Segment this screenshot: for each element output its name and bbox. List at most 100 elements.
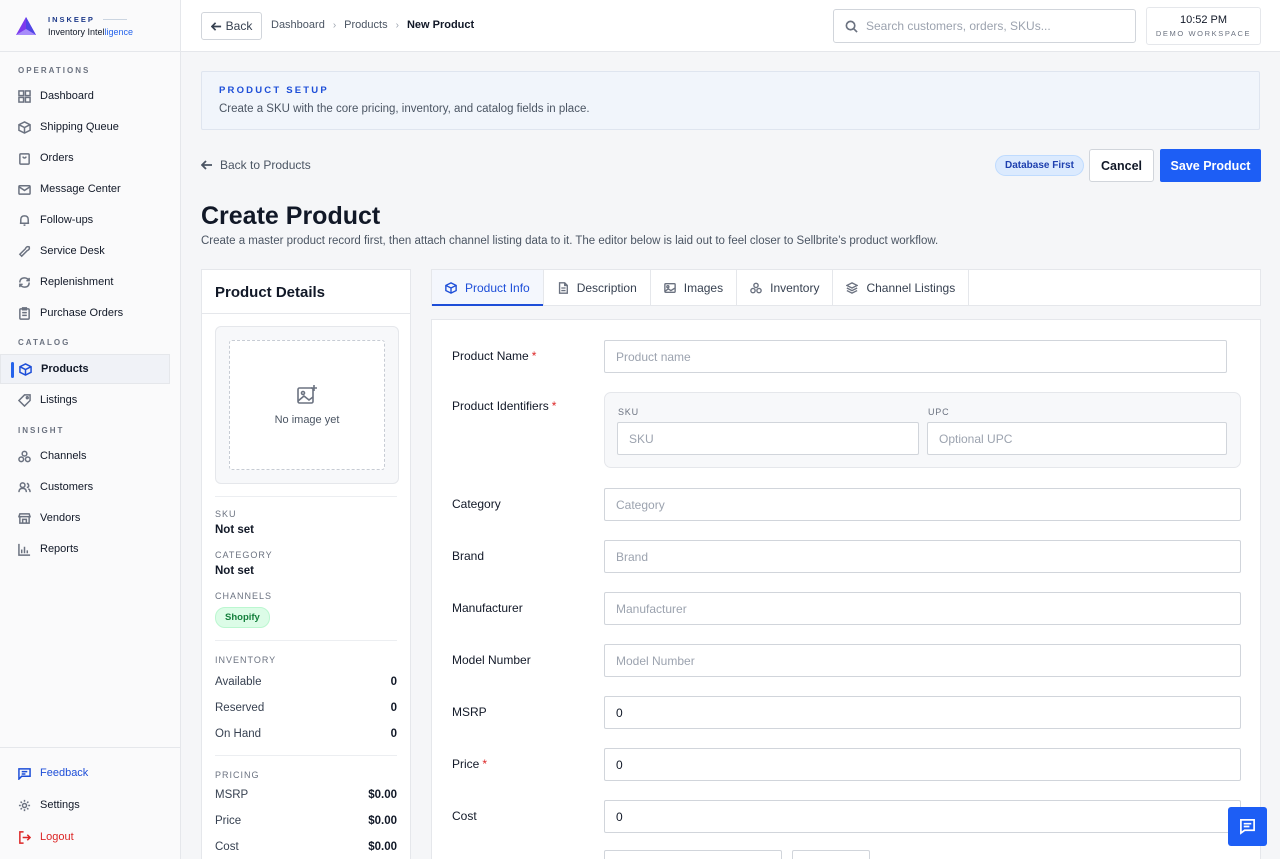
category-input[interactable] bbox=[604, 488, 1241, 521]
search-input[interactable] bbox=[866, 19, 1126, 33]
brand[interactable]: INSKEEP Inventory Intelligence bbox=[0, 0, 180, 52]
category-field-label: Category bbox=[452, 497, 501, 511]
breadcrumb-dashboard[interactable]: Dashboard bbox=[271, 19, 325, 31]
editor-tabs: Product Info Description Images Inventor… bbox=[431, 269, 1261, 306]
sku-field-label: SKU bbox=[618, 407, 639, 417]
sidebar-item-orders[interactable]: Orders bbox=[0, 143, 180, 173]
message-square-icon bbox=[18, 767, 31, 780]
sidebar-item-settings[interactable]: Settings bbox=[0, 789, 180, 821]
sidebar-item-logout[interactable]: Logout bbox=[0, 821, 180, 853]
product-details-title: Product Details bbox=[202, 270, 410, 314]
mail-icon bbox=[18, 184, 31, 195]
price-input[interactable] bbox=[604, 748, 1241, 781]
logout-icon bbox=[19, 830, 31, 844]
product-details-card: Product Details No image yet SKU Not set… bbox=[201, 269, 411, 859]
workspace-clock: 10:52 PM DEMO WORKSPACE bbox=[1146, 7, 1261, 45]
sidebar-item-dashboard[interactable]: Dashboard bbox=[0, 81, 180, 111]
tab-description[interactable]: Description bbox=[544, 270, 651, 305]
sidebar-item-channels[interactable]: Channels bbox=[0, 441, 180, 471]
pricing-row-msrp: MSRP $0.00 bbox=[215, 789, 397, 801]
page-subtitle: Create a master product record first, th… bbox=[201, 235, 939, 247]
manufacturer-input[interactable] bbox=[604, 592, 1241, 625]
pricing-row-price: Price $0.00 bbox=[215, 815, 397, 827]
workspace-label: DEMO WORKSPACE bbox=[1155, 29, 1252, 38]
channels-label: CHANNELS bbox=[215, 591, 273, 601]
sku-input[interactable] bbox=[617, 422, 919, 455]
shopping-bag-icon bbox=[19, 152, 30, 165]
upc-field-label: UPC bbox=[928, 407, 950, 417]
category-value: Not set bbox=[215, 565, 254, 577]
channel-badge-shopify: Shopify bbox=[215, 607, 270, 628]
inventory-row-reserved: Reserved 0 bbox=[215, 702, 397, 714]
next-field-input[interactable] bbox=[604, 850, 782, 859]
sidebar-item-reports[interactable]: Reports bbox=[0, 534, 180, 564]
file-text-icon bbox=[558, 281, 568, 294]
sidebar-item-shipping-queue[interactable]: Shipping Queue bbox=[0, 112, 180, 142]
no-image-text: No image yet bbox=[274, 414, 340, 426]
banner-label: PRODUCT SETUP bbox=[219, 85, 329, 96]
channels-icon bbox=[18, 450, 31, 462]
nav-section-insight: INSIGHT bbox=[18, 426, 65, 435]
page-title: Create Product bbox=[201, 202, 381, 230]
cube-icon bbox=[445, 281, 457, 294]
pricing-row-cost: Cost $0.00 bbox=[215, 841, 397, 853]
cube-icon bbox=[19, 362, 32, 376]
sidebar-item-products[interactable]: Products bbox=[0, 354, 170, 384]
chat-button[interactable] bbox=[1228, 807, 1267, 846]
breadcrumb-separator: › bbox=[332, 19, 337, 31]
price-field-label: Price * bbox=[452, 757, 488, 771]
image-icon bbox=[663, 282, 676, 293]
sidebar-item-customers[interactable]: Customers bbox=[0, 472, 180, 502]
back-to-products-link[interactable]: Back to Products bbox=[201, 158, 311, 172]
image-dropzone[interactable]: No image yet bbox=[229, 340, 385, 470]
sidebar-item-replenishment[interactable]: Replenishment bbox=[0, 267, 180, 297]
bar-chart-icon bbox=[18, 543, 31, 556]
sidebar-item-follow-ups[interactable]: Follow-ups bbox=[0, 205, 180, 235]
sidebar-item-service-desk[interactable]: Service Desk bbox=[0, 236, 180, 266]
sidebar-item-message-center[interactable]: Message Center bbox=[0, 174, 180, 204]
sidebar-item-feedback[interactable]: Feedback bbox=[0, 757, 180, 789]
wrench-icon bbox=[18, 245, 31, 257]
back-button[interactable]: Back bbox=[201, 12, 262, 40]
users-icon bbox=[18, 481, 31, 492]
arrow-left-icon bbox=[210, 21, 221, 31]
grid-icon bbox=[18, 89, 31, 103]
msrp-input[interactable] bbox=[604, 696, 1241, 729]
bell-icon bbox=[19, 214, 30, 226]
divider bbox=[215, 496, 397, 497]
save-product-button[interactable]: Save Product bbox=[1160, 149, 1261, 182]
sidebar-item-vendors[interactable]: Vendors bbox=[0, 503, 180, 533]
next-field-unit-input[interactable] bbox=[792, 850, 870, 859]
product-info-form: Product Name* Product Identifiers* SKU U… bbox=[431, 319, 1261, 859]
breadcrumb: Dashboard › Products › New Product bbox=[271, 19, 474, 31]
msrp-field-label: MSRP bbox=[452, 705, 487, 719]
category-label: CATEGORY bbox=[215, 550, 273, 560]
sidebar: INSKEEP Inventory Intelligence OPERATION… bbox=[0, 0, 181, 859]
cancel-button[interactable]: Cancel bbox=[1089, 149, 1154, 182]
clock-time: 10:52 PM bbox=[1179, 14, 1228, 26]
tab-images[interactable]: Images bbox=[651, 270, 738, 305]
upc-input[interactable] bbox=[927, 422, 1227, 455]
tab-inventory[interactable]: Inventory bbox=[737, 270, 834, 305]
model-number-input[interactable] bbox=[604, 644, 1241, 677]
brand-input[interactable] bbox=[604, 540, 1241, 573]
arrow-left-icon bbox=[201, 160, 212, 170]
image-preview: No image yet bbox=[215, 326, 399, 484]
divider bbox=[215, 755, 397, 756]
sidebar-item-purchase-orders[interactable]: Purchase Orders bbox=[0, 298, 180, 328]
brand-tagline: Inventory Intelligence bbox=[48, 26, 134, 37]
image-plus-icon bbox=[297, 385, 317, 404]
breadcrumb-products[interactable]: Products bbox=[344, 19, 387, 31]
sidebar-item-listings[interactable]: Listings bbox=[0, 385, 180, 415]
database-first-badge: Database First bbox=[995, 155, 1084, 176]
pricing-label: PRICING bbox=[215, 770, 260, 780]
tab-product-info[interactable]: Product Info bbox=[432, 270, 544, 306]
search-icon bbox=[845, 20, 858, 33]
product-setup-banner: PRODUCT SETUP Create a SKU with the core… bbox=[201, 71, 1260, 130]
search-box[interactable] bbox=[833, 9, 1136, 43]
nav-section-operations: OPERATIONS bbox=[18, 66, 91, 75]
cost-input[interactable] bbox=[604, 800, 1241, 833]
sku-value: Not set bbox=[215, 524, 254, 536]
product-name-input[interactable] bbox=[604, 340, 1227, 373]
tab-channel-listings[interactable]: Channel Listings bbox=[833, 270, 970, 305]
